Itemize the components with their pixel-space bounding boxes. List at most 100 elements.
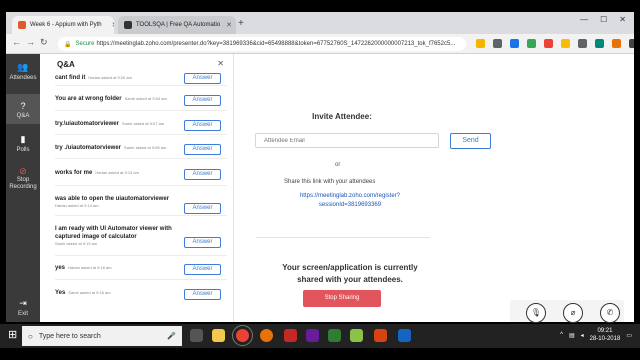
qa-title: Q&A xyxy=(57,60,75,69)
share-link-line: https://meetinglab.zoho.com/register? xyxy=(299,193,401,199)
exit-icon: ⇥ xyxy=(19,298,27,308)
share-label: Share this link with your attendees xyxy=(284,179,376,185)
tray-chevron-icon[interactable]: ^ xyxy=(560,332,563,338)
close-window-icon[interactable]: ✕ xyxy=(619,15,626,24)
lock-icon: 🔒 xyxy=(64,41,72,48)
sharing-status-line: shared with your attendees. xyxy=(297,275,403,284)
extension-icon[interactable] xyxy=(578,39,587,48)
question-text: You are at wrong folder Samir asked at 9:… xyxy=(55,96,167,102)
answer-button[interactable]: Answer xyxy=(184,120,221,131)
list-item: was able to open the uiautomatorviewer Ha… xyxy=(55,186,227,216)
question-meta: Samir asked at 9:16 am xyxy=(68,290,111,295)
nav-label: Stop Recording xyxy=(9,177,37,190)
sharing-status-line: Your screen/application is currently xyxy=(282,263,418,272)
volume-icon[interactable]: ◂ xyxy=(581,332,584,339)
left-nav: 👥 Attendees ? Q&A ▮ Polls ⊘ Stop Recordi… xyxy=(6,54,40,322)
tab-strip: Week 6 - Appium with Pyth ✕ TOOLSQA | Fr… xyxy=(6,12,634,34)
answer-button[interactable]: Answer xyxy=(184,203,221,214)
list-item: try.\uiautomatorviewer Samir asked at 9:0… xyxy=(55,111,227,135)
question-text: I am ready with UI Automator viewer with… xyxy=(55,225,183,247)
question-meta: Harian asked at 9:16 am xyxy=(68,265,112,270)
maximize-icon[interactable]: ☐ xyxy=(600,15,607,24)
extension-icon[interactable] xyxy=(493,39,502,48)
question-text: try.\uiautomatorviewer Samir asked at 9:0… xyxy=(55,121,165,127)
firefox-icon[interactable] xyxy=(260,329,273,342)
file-explorer-icon[interactable] xyxy=(212,329,225,342)
answer-button[interactable]: Answer xyxy=(184,73,221,84)
question-meta: Harian asked at 9:14 am xyxy=(55,203,99,208)
phone-icon[interactable]: ✆ xyxy=(600,303,620,323)
main-content: Invite Attendee: Send or Share this link… xyxy=(234,54,634,322)
clock-date: 28-10-2018 xyxy=(589,336,621,342)
taskbar-search[interactable]: ○ Type here to search 🎤 xyxy=(22,326,182,346)
minimize-icon[interactable]: — xyxy=(580,15,588,24)
udemy-favicon-icon xyxy=(18,21,26,29)
attendees-icon: 👥 xyxy=(17,62,29,72)
nav-qa[interactable]: ? Q&A xyxy=(6,94,40,124)
clock-time: 09:21 xyxy=(597,328,613,334)
nav-exit[interactable]: ⇥ Exit xyxy=(6,298,40,320)
stop-sharing-button[interactable]: Stop Sharing xyxy=(303,290,381,307)
list-item: works for me Harian asked at 9:13 am Answ… xyxy=(55,159,227,186)
polls-icon: ▮ xyxy=(20,134,26,144)
reload-icon[interactable]: ↻ xyxy=(40,37,48,48)
url-field[interactable]: 🔒 Secure https://meetinglab.zoho.com/pre… xyxy=(58,37,466,51)
close-tab-icon[interactable]: ✕ xyxy=(226,21,232,29)
close-tab-icon[interactable]: ✕ xyxy=(112,21,114,29)
email-field[interactable] xyxy=(255,133,439,148)
nav-stop-recording[interactable]: ⊘ Stop Recording xyxy=(6,167,40,202)
question-meta: Harian asked at 9:13 am xyxy=(95,170,139,175)
tab-week6[interactable]: Week 6 - Appium with Pyth ✕ xyxy=(12,16,114,34)
extension-icon[interactable] xyxy=(561,39,570,48)
mic-muted-icon[interactable]: 🎙 xyxy=(526,303,546,323)
notification-icon[interactable]: ▭ xyxy=(626,332,632,339)
bookmark-star-icon[interactable] xyxy=(476,39,485,48)
menu-dots-icon[interactable] xyxy=(629,39,634,48)
answer-button[interactable]: Answer xyxy=(184,95,221,106)
answer-button[interactable]: Answer xyxy=(184,169,221,180)
extension-icon[interactable] xyxy=(595,39,604,48)
clock[interactable]: 09:21 28-10-2018 xyxy=(590,327,621,343)
task-view-icon[interactable] xyxy=(190,329,203,342)
app-icon[interactable] xyxy=(374,329,387,342)
extension-icon[interactable] xyxy=(544,39,553,48)
tab-toolsqa[interactable]: TOOLSQA | Free QA Automatio ✕ xyxy=(118,16,236,34)
question-text: yes Harian asked at 9:16 am xyxy=(55,265,112,271)
app-icon[interactable] xyxy=(350,329,363,342)
app-icon[interactable] xyxy=(284,329,297,342)
nav-label: Attendees xyxy=(9,75,37,81)
extension-icon[interactable] xyxy=(527,39,536,48)
extensions-bar xyxy=(476,39,634,48)
new-tab-icon[interactable]: + xyxy=(238,18,244,29)
answer-button[interactable]: Answer xyxy=(184,237,221,248)
share-link-line: sessionId=3819693369 xyxy=(318,202,382,208)
chrome-icon[interactable] xyxy=(232,325,253,346)
app-icon[interactable] xyxy=(306,329,319,342)
share-link[interactable]: https://meetinglab.zoho.com/register? se… xyxy=(234,192,450,210)
search-icon: ○ xyxy=(28,331,33,341)
question-meta: Samir asked at 9:08 am xyxy=(124,145,167,150)
nav-polls[interactable]: ▮ Polls xyxy=(6,134,40,160)
network-icon[interactable]: ▤ xyxy=(569,332,575,339)
secure-label: Secure xyxy=(75,41,95,47)
app-icon[interactable] xyxy=(398,329,411,342)
nav-attendees[interactable]: 👥 Attendees xyxy=(6,62,40,88)
extension-icon[interactable] xyxy=(510,39,519,48)
video-off-icon[interactable]: ⌀ xyxy=(563,303,583,323)
back-icon[interactable]: ← xyxy=(12,37,21,47)
windows-start-icon[interactable]: ⊞ xyxy=(8,330,17,341)
nav-label: Q&A xyxy=(16,113,30,119)
send-button[interactable]: Send xyxy=(450,133,491,149)
question-meta: Samir asked at 9:04 am xyxy=(124,96,167,101)
question-meta: Harian asked at 9:20 am xyxy=(88,75,132,80)
microphone-icon[interactable]: 🎤 xyxy=(167,332,176,340)
list-item: I am ready with UI Automator viewer with… xyxy=(55,216,227,256)
answer-button[interactable]: Answer xyxy=(184,289,221,300)
app-icon[interactable] xyxy=(328,329,341,342)
extension-icon[interactable] xyxy=(612,39,621,48)
tab-label: Week 6 - Appium with Pyth xyxy=(30,22,102,28)
answer-button[interactable]: Answer xyxy=(184,264,221,275)
close-icon[interactable]: ✕ xyxy=(217,59,224,68)
forward-icon[interactable]: → xyxy=(26,37,35,47)
answer-button[interactable]: Answer xyxy=(184,144,221,155)
